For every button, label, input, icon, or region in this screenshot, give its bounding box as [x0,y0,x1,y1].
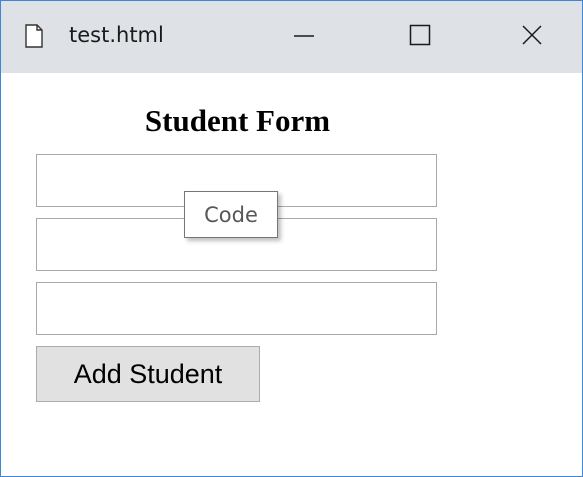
title-bar: test.html [1,1,582,73]
add-student-button[interactable]: Add Student [36,346,260,402]
page-content: Student Form Add Student Code [1,73,582,476]
maximize-button[interactable] [381,1,459,73]
minimize-button[interactable] [265,1,343,73]
form-heading: Student Form [144,103,331,138]
close-icon [520,23,544,52]
browser-window: test.html Student Form Add Student Code [0,0,583,477]
close-button[interactable] [493,1,571,73]
maximize-icon [408,23,432,52]
field-tooltip: Code [184,191,278,238]
student-field-3[interactable] [36,282,437,335]
window-title: test.html [69,23,164,47]
document-icon [25,24,43,48]
minimize-icon [292,23,316,52]
